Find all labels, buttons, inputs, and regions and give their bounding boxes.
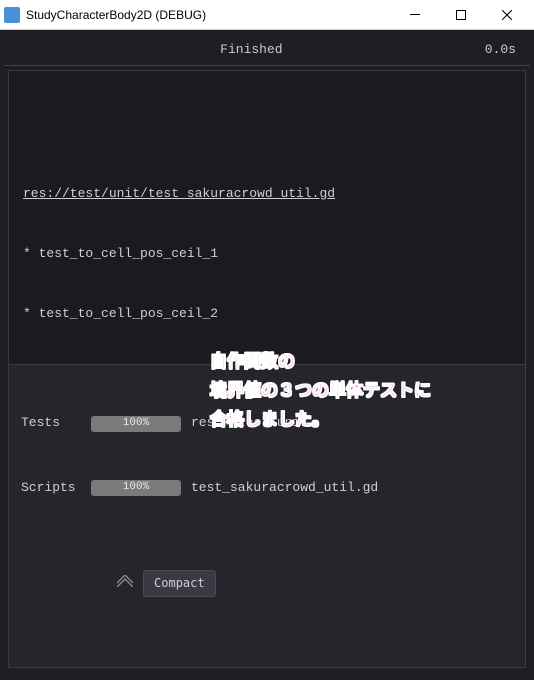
footer-scripts-label: Scripts — [21, 478, 81, 498]
compact-button[interactable]: Compact — [143, 570, 216, 597]
maximize-button[interactable] — [438, 0, 484, 30]
test-file-path: res://test/unit/test_sakuracrowd_util.gd — [23, 184, 511, 204]
minimize-button[interactable] — [392, 0, 438, 30]
scripts-progress: 100% — [91, 480, 181, 496]
annotation-overlay: 自作関数の 境界値の３つの単体テストに 合格しました。 — [210, 348, 431, 435]
tests-progress-label: 100% — [123, 415, 149, 432]
footer-bottom: Compact — [21, 546, 513, 620]
tests-progress: 100% — [91, 416, 181, 432]
expand-icon[interactable] — [21, 546, 133, 620]
window-title: StudyCharacterBody2D (DEBUG) — [26, 8, 392, 22]
window-controls — [392, 0, 530, 30]
footer-scripts-row: Scripts 100% test_sakuracrowd_util.gd — [21, 478, 513, 498]
test-line: * test_to_cell_pos_ceil_2 — [23, 304, 511, 324]
annotation-line: 境界値の３つの単体テストに — [210, 377, 431, 406]
titlebar: StudyCharacterBody2D (DEBUG) — [0, 0, 534, 30]
status-time: 0.0s — [485, 42, 516, 57]
scripts-path: test_sakuracrowd_util.gd — [191, 478, 378, 498]
annotation-line: 合格しました。 — [210, 406, 431, 435]
status-bar: Finished 0.0s — [4, 34, 530, 66]
scripts-progress-label: 100% — [123, 479, 149, 496]
test-line: * test_to_cell_pos_ceil_1 — [23, 244, 511, 264]
footer-tests-label: Tests — [21, 413, 81, 433]
close-button[interactable] — [484, 0, 530, 30]
status-label: Finished — [18, 42, 485, 57]
app-icon — [4, 7, 20, 23]
annotation-line: 自作関数の — [210, 348, 431, 377]
